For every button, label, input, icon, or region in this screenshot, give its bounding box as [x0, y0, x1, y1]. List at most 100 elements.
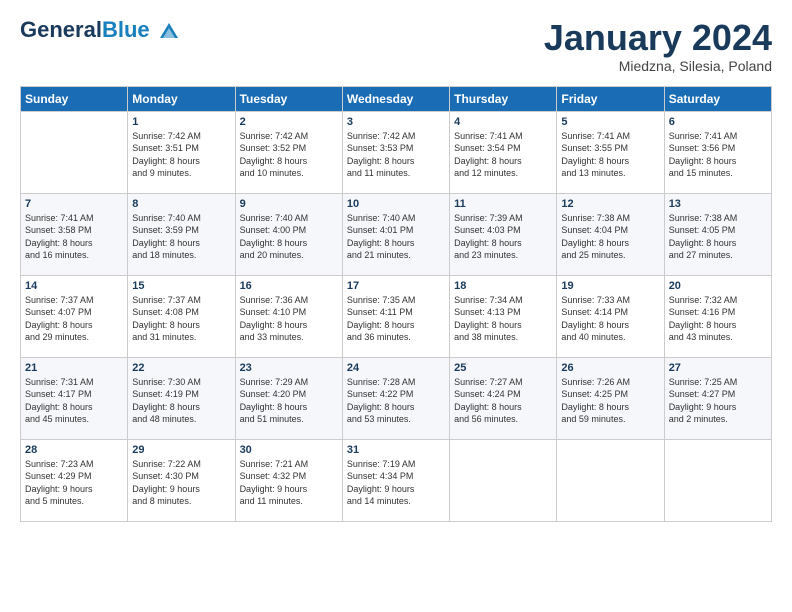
calendar-page: GeneralBlue January 2024 Miedzna, Silesi… — [0, 0, 792, 612]
cell-line: Sunset: 4:03 PM — [454, 225, 521, 235]
cell-line: and 18 minutes. — [132, 250, 196, 260]
cell-line: and 59 minutes. — [561, 414, 625, 424]
cell-line: Sunset: 4:04 PM — [561, 225, 628, 235]
cell-line: Sunset: 4:16 PM — [669, 307, 736, 317]
cell-line: Daylight: 8 hours — [240, 320, 308, 330]
col-tuesday: Tuesday — [235, 86, 342, 111]
cell-content: Sunrise: 7:28 AMSunset: 4:22 PMDaylight:… — [347, 376, 445, 426]
calendar-cell: 1Sunrise: 7:42 AMSunset: 3:51 PMDaylight… — [128, 111, 235, 193]
cell-line: and 8 minutes. — [132, 496, 191, 506]
day-number: 17 — [347, 280, 445, 292]
calendar-cell: 30Sunrise: 7:21 AMSunset: 4:32 PMDayligh… — [235, 439, 342, 521]
cell-line: and 40 minutes. — [561, 332, 625, 342]
cell-line: Daylight: 8 hours — [347, 238, 415, 248]
cell-line: Sunrise: 7:22 AM — [132, 459, 201, 469]
cell-content: Sunrise: 7:19 AMSunset: 4:34 PMDaylight:… — [347, 458, 445, 508]
cell-content: Sunrise: 7:22 AMSunset: 4:30 PMDaylight:… — [132, 458, 230, 508]
cell-line: Sunset: 4:13 PM — [454, 307, 521, 317]
cell-line: and 9 minutes. — [132, 168, 191, 178]
cell-line: Daylight: 8 hours — [561, 320, 629, 330]
cell-line: Daylight: 8 hours — [25, 402, 93, 412]
cell-line: Sunrise: 7:27 AM — [454, 377, 523, 387]
day-number: 4 — [454, 116, 552, 128]
cell-line: and 16 minutes. — [25, 250, 89, 260]
calendar-header: Sunday Monday Tuesday Wednesday Thursday… — [21, 86, 772, 111]
cell-line: Sunset: 4:05 PM — [669, 225, 736, 235]
week-row-1: 7Sunrise: 7:41 AMSunset: 3:58 PMDaylight… — [21, 193, 772, 275]
cell-content: Sunrise: 7:38 AMSunset: 4:04 PMDaylight:… — [561, 212, 659, 262]
cell-line: Sunset: 4:19 PM — [132, 389, 199, 399]
cell-content: Sunrise: 7:35 AMSunset: 4:11 PMDaylight:… — [347, 294, 445, 344]
cell-line: Daylight: 8 hours — [25, 320, 93, 330]
calendar-cell: 3Sunrise: 7:42 AMSunset: 3:53 PMDaylight… — [342, 111, 449, 193]
cell-line: Sunrise: 7:41 AM — [454, 131, 523, 141]
cell-content: Sunrise: 7:38 AMSunset: 4:05 PMDaylight:… — [669, 212, 767, 262]
cell-line: Daylight: 9 hours — [132, 484, 200, 494]
cell-line: Daylight: 8 hours — [454, 402, 522, 412]
cell-line: and 33 minutes. — [240, 332, 304, 342]
cell-line: Sunset: 4:01 PM — [347, 225, 414, 235]
calendar-cell — [557, 439, 664, 521]
week-row-3: 21Sunrise: 7:31 AMSunset: 4:17 PMDayligh… — [21, 357, 772, 439]
cell-line: and 12 minutes. — [454, 168, 518, 178]
day-number: 21 — [25, 362, 123, 374]
cell-line: and 48 minutes. — [132, 414, 196, 424]
calendar-cell: 2Sunrise: 7:42 AMSunset: 3:52 PMDaylight… — [235, 111, 342, 193]
cell-line: and 11 minutes. — [347, 168, 410, 178]
cell-line: Sunset: 3:54 PM — [454, 143, 521, 153]
day-number: 20 — [669, 280, 767, 292]
cell-line: and 10 minutes. — [240, 168, 304, 178]
cell-line: Daylight: 8 hours — [454, 320, 522, 330]
calendar-cell: 14 Sunrise: 7:37 AMSunset: 4:07 PMDayligh… — [21, 275, 128, 357]
title-block: January 2024 Miedzna, Silesia, Poland — [544, 18, 772, 74]
cell-line: and 29 minutes. — [25, 332, 89, 342]
cell-line: Sunset: 4:14 PM — [561, 307, 628, 317]
cell-content: Sunrise: 7:42 AMSunset: 3:51 PMDaylight:… — [132, 130, 230, 180]
cell-line: Sunset: 4:10 PM — [240, 307, 307, 317]
header-row: Sunday Monday Tuesday Wednesday Thursday… — [21, 86, 772, 111]
cell-line: and 13 minutes. — [561, 168, 625, 178]
cell-line: and 36 minutes. — [347, 332, 411, 342]
cell-line: Sunset: 4:34 PM — [347, 471, 414, 481]
cell-line: and 2 minutes. — [669, 414, 728, 424]
day-number: 30 — [240, 444, 338, 456]
cell-line: Sunset: 3:55 PM — [561, 143, 628, 153]
cell-line: Sunrise: 7:29 AM — [240, 377, 309, 387]
day-number: 14 — [25, 280, 123, 292]
cell-line: Daylight: 8 hours — [454, 156, 522, 166]
calendar-cell: 4 Sunrise: 7:41 AM Sunset: 3:54 PM Daylight… — [450, 111, 557, 193]
cell-content: Sunrise: 7:39 AMSunset: 4:03 PMDaylight:… — [454, 212, 552, 262]
cell-content: Sunrise: 7:37 AMSunset: 4:08 PMDaylight:… — [132, 294, 230, 344]
cell-content: Sunrise: 7:42 AMSunset: 3:52 PMDaylight:… — [240, 130, 338, 180]
cell-content: Sunrise: 7:32 AMSunset: 4:16 PMDaylight:… — [669, 294, 767, 344]
calendar-cell: 23Sunrise: 7:29 AMSunset: 4:20 PMDayligh… — [235, 357, 342, 439]
calendar-cell: 15Sunrise: 7:37 AMSunset: 4:08 PMDayligh… — [128, 275, 235, 357]
cell-line: Sunrise: 7:40 AM — [240, 213, 309, 223]
cell-line: Sunrise: 7:42 AM — [132, 131, 201, 141]
day-number: 22 — [132, 362, 230, 374]
cell-line: Daylight: 8 hours — [561, 156, 629, 166]
cell-content: Sunrise: 7:37 AMSunset: 4:07 PMDaylight:… — [25, 294, 123, 344]
cell-content: Sunrise: 7:41 AM Sunset: 3:54 PM Daylight:… — [454, 130, 552, 180]
cell-line: Daylight: 8 hours — [240, 238, 308, 248]
cell-line: Daylight: 8 hours — [347, 156, 415, 166]
calendar-cell: 17 Sunrise: 7:35 AMSunset: 4:11 PMDayligh… — [342, 275, 449, 357]
day-number: 6 — [669, 116, 767, 128]
month-title: January 2024 — [544, 18, 772, 58]
cell-line: Sunrise: 7:23 AM — [25, 459, 94, 469]
cell-line: and 53 minutes. — [347, 414, 411, 424]
cell-line: Sunrise: 7:21 AM — [240, 459, 309, 469]
cell-line: Sunrise: 7:36 AM — [240, 295, 309, 305]
cell-line: Sunset: 3:58 PM — [25, 225, 92, 235]
day-number: 24 — [347, 362, 445, 374]
cell-line: Sunrise: 7:41 AM — [25, 213, 94, 223]
cell-line: Sunrise: 7:38 AM — [561, 213, 630, 223]
cell-content: Sunrise: 7:42 AMSunset: 3:53 PMDaylight:… — [347, 130, 445, 180]
cell-line: Daylight: 8 hours — [669, 156, 737, 166]
cell-line: and 38 minutes. — [454, 332, 518, 342]
cell-line: and 27 minutes. — [669, 250, 733, 260]
cell-line: Sunset: 3:59 PM — [132, 225, 199, 235]
cell-line: Daylight: 8 hours — [240, 402, 308, 412]
day-number: 26 — [561, 362, 659, 374]
calendar-cell: 6Sunrise: 7:41 AMSunset: 3:56 PMDaylight… — [664, 111, 771, 193]
